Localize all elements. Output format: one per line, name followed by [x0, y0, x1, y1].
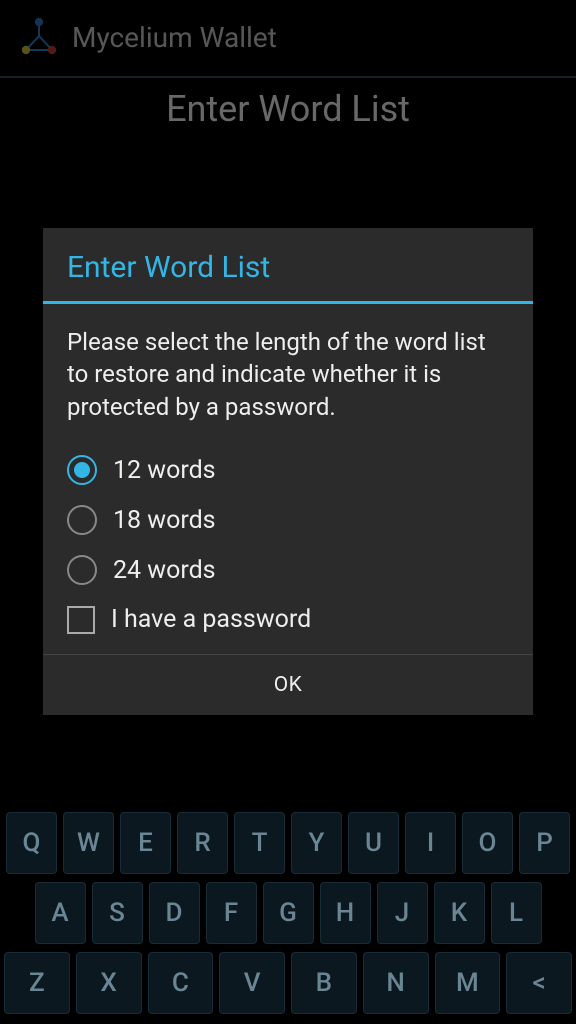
- key-l[interactable]: L: [491, 882, 542, 944]
- key-a[interactable]: A: [35, 882, 86, 944]
- key-p[interactable]: P: [519, 812, 570, 874]
- key-h[interactable]: H: [320, 882, 371, 944]
- key-e[interactable]: E: [120, 812, 171, 874]
- keyboard-row-3: Z X C V B N M <: [4, 952, 572, 1014]
- key-q[interactable]: Q: [6, 812, 57, 874]
- dialog-title: Enter Word List: [67, 250, 509, 285]
- radio-option-12-words[interactable]: 12 words: [67, 445, 509, 495]
- key-v[interactable]: V: [219, 952, 285, 1014]
- key-o[interactable]: O: [462, 812, 513, 874]
- key-n[interactable]: N: [363, 952, 429, 1014]
- radio-label: 24 words: [113, 556, 216, 585]
- radio-icon: [67, 505, 97, 535]
- checkbox-have-password[interactable]: I have a password: [67, 595, 509, 644]
- radio-label: 12 words: [113, 456, 216, 485]
- radio-icon: [67, 455, 97, 485]
- radio-icon: [67, 555, 97, 585]
- key-f[interactable]: F: [206, 882, 257, 944]
- ok-button[interactable]: OK: [43, 654, 533, 715]
- checkbox-icon: [67, 606, 95, 634]
- virtual-keyboard: Q W E R T Y U I O P A S D F G H J K L Z …: [0, 804, 576, 1024]
- radio-label: 18 words: [113, 506, 216, 535]
- keyboard-row-2: A S D F G H J K L: [4, 882, 572, 944]
- key-s[interactable]: S: [92, 882, 143, 944]
- checkbox-label: I have a password: [111, 605, 311, 634]
- key-k[interactable]: K: [434, 882, 485, 944]
- key-u[interactable]: U: [348, 812, 399, 874]
- key-t[interactable]: T: [234, 812, 285, 874]
- key-c[interactable]: C: [148, 952, 214, 1014]
- key-m[interactable]: M: [435, 952, 501, 1014]
- key-x[interactable]: X: [76, 952, 142, 1014]
- key-b[interactable]: B: [291, 952, 357, 1014]
- dialog-description: Please select the length of the word lis…: [67, 326, 509, 423]
- key-d[interactable]: D: [149, 882, 200, 944]
- key-i[interactable]: I: [405, 812, 456, 874]
- key-backspace[interactable]: <: [506, 952, 572, 1014]
- key-w[interactable]: W: [63, 812, 114, 874]
- radio-option-18-words[interactable]: 18 words: [67, 495, 509, 545]
- keyboard-row-1: Q W E R T Y U I O P: [4, 812, 572, 874]
- dialog-body: Please select the length of the word lis…: [43, 304, 533, 654]
- ok-label: OK: [274, 673, 303, 697]
- key-g[interactable]: G: [263, 882, 314, 944]
- radio-option-24-words[interactable]: 24 words: [67, 545, 509, 595]
- word-list-dialog: Enter Word List Please select the length…: [43, 228, 533, 715]
- key-r[interactable]: R: [177, 812, 228, 874]
- dialog-header: Enter Word List: [43, 228, 533, 304]
- key-j[interactable]: J: [377, 882, 428, 944]
- key-y[interactable]: Y: [291, 812, 342, 874]
- key-z[interactable]: Z: [4, 952, 70, 1014]
